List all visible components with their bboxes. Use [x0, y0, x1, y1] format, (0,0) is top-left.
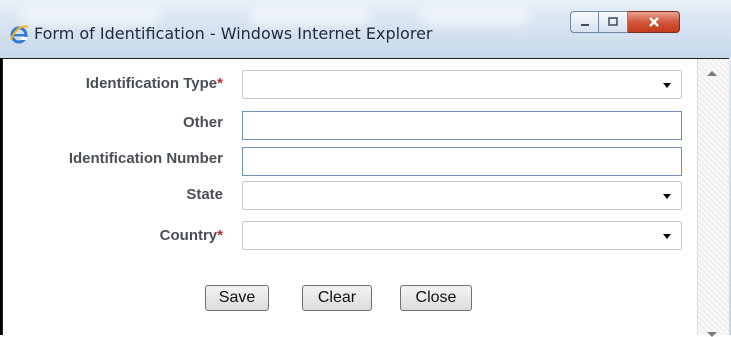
- identification-type-select[interactable]: [242, 70, 682, 99]
- vertical-scrollbar[interactable]: [697, 59, 729, 337]
- country-label: Country*: [160, 227, 223, 244]
- identification-number-input[interactable]: [242, 147, 682, 176]
- identification-type-label: Identification Type*: [86, 75, 223, 92]
- clear-button[interactable]: Clear: [302, 285, 372, 311]
- ie-icon: [10, 25, 29, 44]
- other-label: Other: [182, 114, 223, 131]
- country-select[interactable]: [242, 221, 682, 250]
- country-label-text: Country: [159, 227, 218, 244]
- close-icon[interactable]: [628, 11, 680, 33]
- save-button[interactable]: Save: [205, 285, 269, 311]
- other-input[interactable]: [242, 111, 682, 140]
- browser-window: Form of Identification - Windows Interne…: [0, 0, 731, 337]
- identification-type-label-text: Identification Type: [85, 75, 218, 92]
- state-label: State: [186, 186, 223, 203]
- chevron-down-icon: [663, 83, 671, 88]
- chevron-down-icon: [663, 194, 671, 199]
- chevron-down-icon: [663, 234, 671, 239]
- scroll-up-icon[interactable]: [707, 71, 717, 76]
- title-bar[interactable]: Form of Identification - Windows Interne…: [0, 0, 731, 58]
- caption-buttons: [570, 11, 680, 35]
- close-button[interactable]: Close: [400, 285, 472, 311]
- window-title: Form of Identification - Windows Interne…: [34, 24, 433, 43]
- required-mark: *: [217, 227, 223, 244]
- required-mark: *: [217, 75, 223, 92]
- minimize-icon[interactable]: [570, 11, 599, 33]
- identification-number-label: Identification Number: [68, 150, 223, 167]
- state-select[interactable]: [242, 181, 682, 210]
- maximize-icon[interactable]: [599, 11, 628, 33]
